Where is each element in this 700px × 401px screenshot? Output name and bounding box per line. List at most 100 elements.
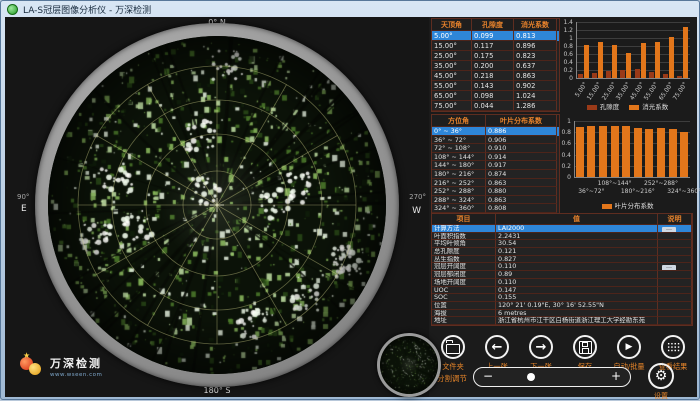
bar-消光系数 [641, 43, 646, 78]
cell: 0.874 [486, 170, 557, 179]
parameter-row[interactable]: UOC0.147 [432, 287, 692, 295]
toolbar-button-label: 文件夹 [442, 362, 464, 372]
cell: 0.896 [514, 41, 557, 51]
parameter-value: 浙江省杭州市江干区白杨街道浙江理工大学经勘东苑 [496, 317, 658, 325]
parameter-row[interactable]: 位置120° 21' 0.19"E, 30° 16' 52.55"N [432, 302, 692, 310]
parameter-row[interactable]: SOC0.155 [432, 294, 692, 302]
parameter-note [658, 317, 692, 325]
column-header: 方位角 [432, 115, 486, 127]
parameter-note: … [658, 225, 692, 233]
parameter-row[interactable]: 地址浙江省杭州市江干区白杨街道浙江理工大学经勘东苑 [432, 317, 692, 325]
bar-孔隙度 [649, 72, 654, 78]
parameter-row[interactable]: 丛生指数0.827 [432, 256, 692, 264]
slider-plus-button[interactable]: + [611, 369, 621, 384]
parameter-value: 2.2431 [496, 233, 658, 241]
table-row[interactable]: 65.00°0.0981.024 [432, 91, 559, 101]
chart-part [577, 22, 690, 23]
canopy-image [48, 36, 386, 374]
parameter-name: 位置 [432, 302, 496, 310]
thumbnail-canvas [380, 336, 438, 394]
cell: 0.910 [486, 144, 557, 153]
table-row[interactable]: 72° ~ 108°0.910 [432, 144, 559, 153]
column-header: 消光系数 [514, 19, 557, 31]
bar-消光系数 [612, 45, 617, 78]
parameter-value: 120° 21' 0.19"E, 30° 16' 52.55"N [496, 302, 658, 310]
parameter-row[interactable]: 冠层郁闭度0.89 [432, 271, 692, 279]
column-header: 说明 [658, 214, 692, 225]
cell: 0.917 [486, 161, 557, 170]
tick-label: 36°~72° [565, 188, 617, 195]
segmentation-slider[interactable]: − + [473, 367, 631, 387]
table-row[interactable]: 216° ~ 252°0.863 [432, 179, 559, 188]
tick-label: 1.4 [560, 19, 573, 26]
cell: 0.880 [486, 187, 557, 196]
cell: 0.175 [472, 51, 514, 61]
preview-thumbnail[interactable] [377, 333, 441, 397]
cell: 0.886 [486, 127, 557, 136]
table-row[interactable]: 35.00°0.2000.637 [432, 61, 559, 71]
parameter-value: 0.89 [496, 271, 658, 279]
cell: 1.286 [514, 101, 557, 111]
cell: 75.00° [432, 101, 472, 111]
bar-消光系数 [626, 53, 631, 78]
column-header: 项目 [432, 214, 496, 225]
table-row[interactable]: 15.00°0.1170.896 [432, 41, 559, 51]
parameter-value: 30.54 [496, 240, 658, 248]
compass-west-degree: 270° [409, 193, 426, 201]
table-row[interactable]: 75.00°0.0441.286 [432, 101, 559, 111]
parameter-value: LAI2000 [496, 225, 658, 233]
table-row[interactable]: 55.00°0.1430.902 [432, 81, 559, 91]
tick-label: 1 [560, 118, 571, 125]
tick-label: 0.2 [560, 163, 571, 170]
slider-knob[interactable] [527, 373, 535, 381]
table-row[interactable]: 144° ~ 180°0.917 [432, 161, 559, 170]
arrow-left-icon: ← [485, 335, 509, 359]
table-row[interactable]: 45.00°0.2180.863 [432, 71, 559, 81]
bar-孔隙度 [578, 74, 583, 78]
table-row[interactable]: 0° ~ 36°0.886 [432, 127, 559, 136]
azimuth-chart: 00.20.40.60.8136°~72°108°~144°180°~216°2… [560, 115, 695, 211]
table-row[interactable]: 36° ~ 72°0.906 [432, 136, 559, 145]
cell: 288° ~ 324° [432, 196, 486, 205]
parameter-value: 0.110 [496, 263, 658, 271]
compass-east-degree: 90° [17, 193, 29, 201]
parameter-row[interactable]: 海拔6 metres [432, 310, 692, 318]
settings-button[interactable]: ⚙ 设置 [641, 363, 681, 401]
parameter-value: 0.110 [496, 279, 658, 287]
table-row[interactable]: 25.00°0.1750.823 [432, 51, 559, 61]
parameter-name: 冠层郁闭度 [432, 271, 496, 279]
slider-minus-button[interactable]: − [483, 369, 493, 384]
cell: 0.098 [472, 91, 514, 101]
cell: 0.823 [514, 51, 557, 61]
brand-subtext: www.wseen.com [50, 372, 102, 378]
column-header: 值 [496, 214, 658, 225]
table-row[interactable]: 180° ~ 216°0.874 [432, 170, 559, 179]
parameter-row[interactable]: 叶面积指数2.2431 [432, 233, 692, 241]
table-row[interactable]: 324° ~ 360°0.808 [432, 204, 559, 213]
parameter-row[interactable]: 计算方法LAI2000… [432, 225, 692, 233]
legend-swatch [602, 204, 612, 209]
bar-叶片分布系数 [576, 127, 584, 177]
table-row[interactable]: 288° ~ 324°0.863 [432, 196, 559, 205]
bar-消光系数 [683, 27, 688, 78]
bar-消光系数 [584, 45, 589, 78]
compass-west-label: W [412, 206, 421, 216]
azimuth-table-header: 方位角 叶片分布系数 [432, 115, 559, 127]
parameter-row[interactable]: 冠层开阔度0.110… [432, 263, 692, 271]
cell: 0.218 [472, 71, 514, 81]
cell: 0.143 [472, 81, 514, 91]
tick-label: 0.4 [560, 59, 573, 66]
bar-消光系数 [598, 42, 603, 78]
parameter-note [658, 287, 692, 295]
chart-legend: 孔隙度消光系数 [560, 101, 695, 111]
table-row[interactable]: 108° ~ 144°0.914 [432, 153, 559, 162]
table-row[interactable]: 252° ~ 288°0.880 [432, 187, 559, 196]
parameter-row[interactable]: 场地开阔度0.110 [432, 279, 692, 287]
bar-叶片分布系数 [657, 128, 665, 177]
parameter-row[interactable]: 总孔隙度0.121 [432, 248, 692, 256]
table-row[interactable]: 5.00°0.0990.813 [432, 31, 559, 41]
brand-mark-icon: ★ [19, 353, 45, 379]
parameter-note [658, 271, 692, 279]
parameter-row[interactable]: 平均叶倾角30.54 [432, 240, 692, 248]
app-window: LA-S冠层图像分析仪 - 万深检测 0° N 90° E 270° W 180… [0, 0, 700, 400]
